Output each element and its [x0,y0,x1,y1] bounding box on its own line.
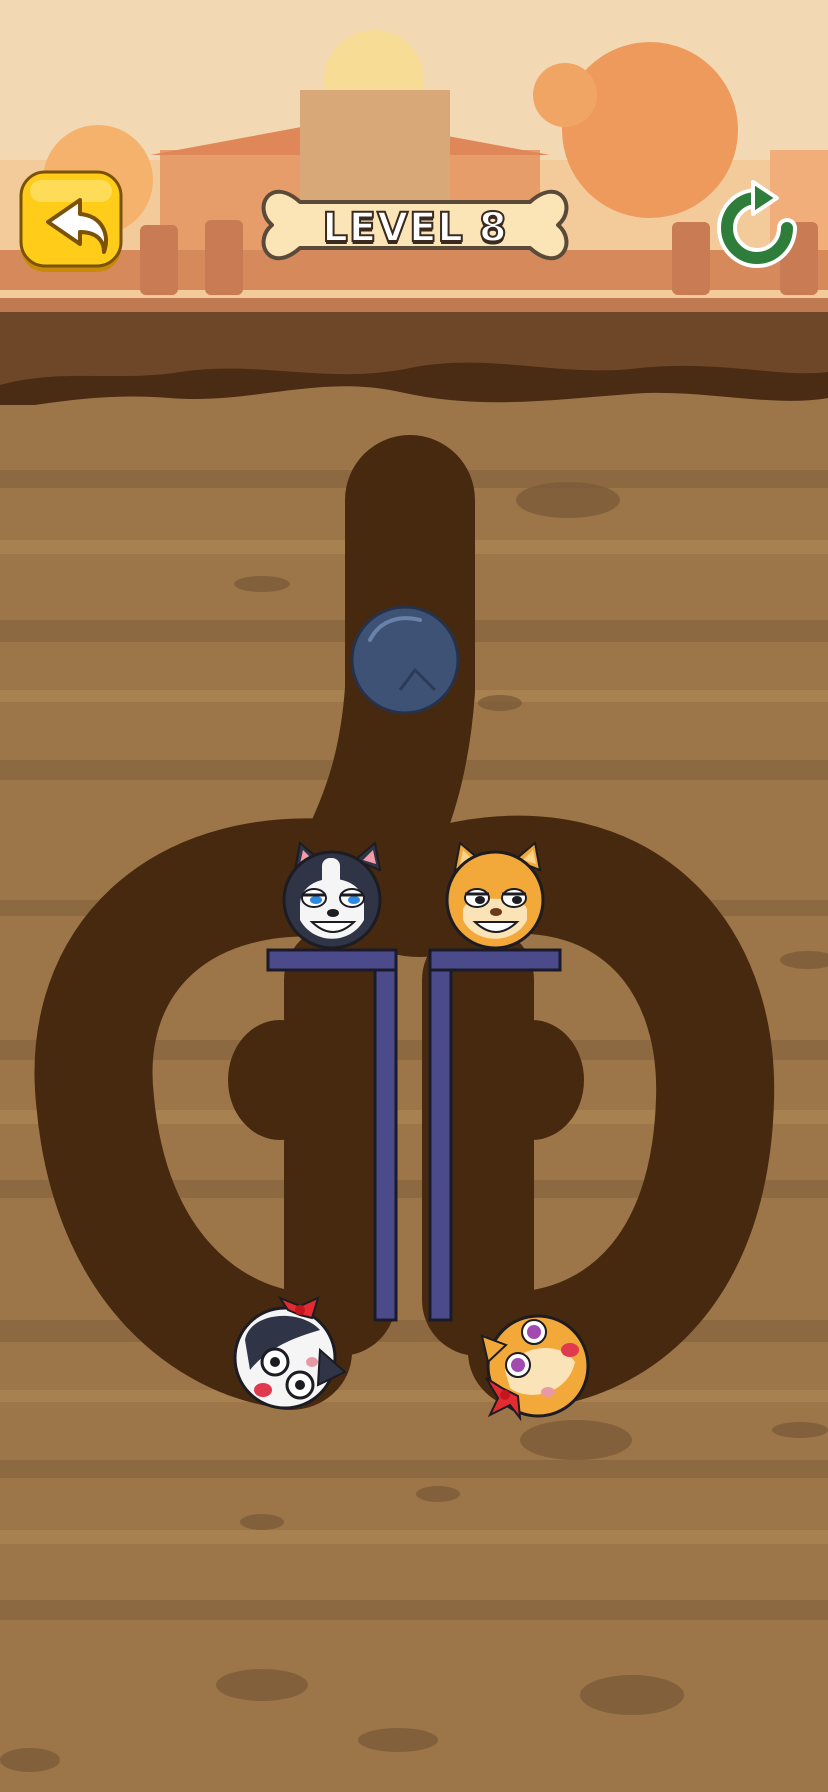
level-label: LEVEL 8 [321,204,508,252]
husky-dog[interactable] [282,841,382,950]
husky-girl-dog[interactable] [233,1295,347,1410]
shiba-dog[interactable] [445,841,545,950]
restart-button[interactable] [715,178,799,270]
shiba-girl-dog[interactable] [480,1314,590,1422]
back-button[interactable] [18,170,124,276]
game-stage: LEVEL 8 [0,0,828,1792]
